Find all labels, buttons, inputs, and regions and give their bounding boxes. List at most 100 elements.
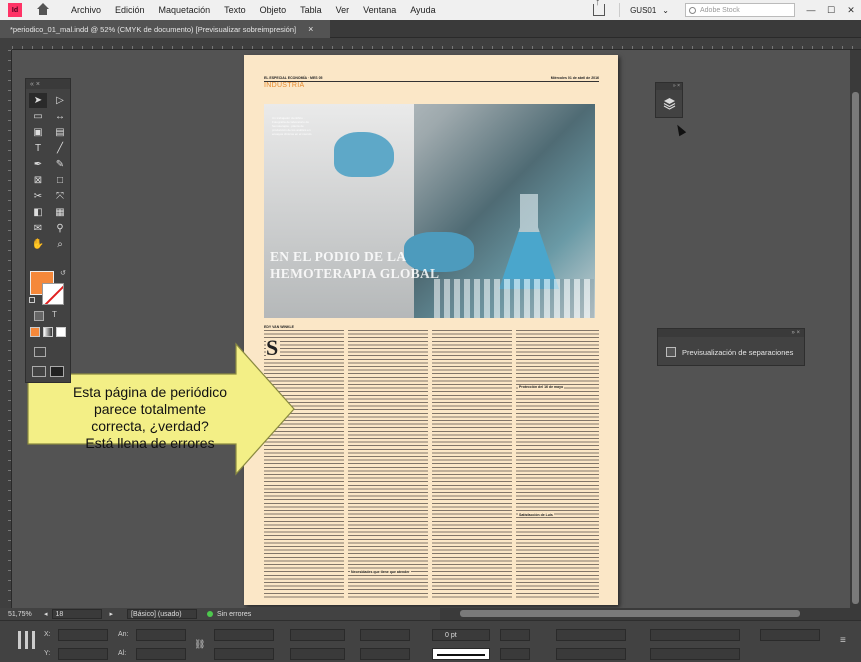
menu-edicion[interactable]: Edición [108, 5, 152, 15]
apply-gradient-icon[interactable] [43, 327, 53, 337]
swap-colors-icon[interactable]: ↺ [60, 269, 70, 279]
rectangle-tool-icon[interactable]: □ [51, 173, 69, 188]
text-column-4[interactable] [516, 330, 599, 598]
rotate-field[interactable] [290, 629, 345, 641]
type-tool-icon[interactable]: T [29, 141, 47, 156]
constrain-proportions-icon[interactable]: ⛓ [194, 639, 205, 650]
height-field[interactable] [136, 648, 186, 660]
gradient-swatch-tool-icon[interactable]: ◧ [29, 205, 47, 220]
document-tab-title: *periodico_01_mal.indd @ 52% (CMYK de do… [10, 24, 297, 34]
menu-maquetacion[interactable]: Maquetación [152, 5, 218, 15]
effects-field[interactable] [556, 629, 626, 641]
separations-preview-item[interactable]: Previsualización de separaciones [666, 347, 793, 357]
width-field[interactable] [136, 629, 186, 641]
menu-objeto[interactable]: Objeto [253, 5, 294, 15]
gap-tool-icon[interactable]: ↔ [51, 109, 69, 124]
scissors-tool-icon[interactable]: ✂ [29, 189, 47, 204]
style-dropdown[interactable]: [Básico] (usado) [127, 609, 198, 619]
horizontal-scroll-thumb[interactable] [460, 610, 800, 617]
lab-photo[interactable]: Un trabajador científico · Fotografía de… [264, 104, 595, 318]
layers-icon[interactable] [663, 97, 676, 110]
tools-collapse-close[interactable]: « × [30, 81, 40, 88]
hand-tool-icon[interactable]: ✋ [29, 237, 47, 252]
line-tool-icon[interactable]: ╱ [51, 141, 69, 156]
next-page-icon[interactable]: ▸ [110, 610, 114, 618]
text-wrap-buttons[interactable] [500, 648, 530, 660]
apply-none-icon[interactable] [56, 327, 66, 337]
stroke-weight-field[interactable]: 0 pt [432, 629, 490, 641]
menu-texto[interactable]: Texto [217, 5, 253, 15]
menu-ver[interactable]: Ver [329, 5, 357, 15]
content-placer-icon[interactable]: ▤ [51, 125, 69, 140]
preview-view-icon[interactable] [50, 366, 64, 377]
scale-y-field[interactable] [214, 648, 274, 660]
page-number-field[interactable]: 18 [51, 609, 102, 619]
workspace-select[interactable]: GUS01 ⌄ [619, 3, 679, 17]
direct-selection-tool-icon[interactable]: ▷ [51, 93, 69, 108]
stroke-type-field[interactable] [432, 648, 490, 660]
y-position-field[interactable] [58, 648, 108, 660]
maximize-button[interactable]: ☐ [821, 5, 841, 16]
default-colors-icon[interactable] [29, 297, 35, 303]
vertical-ruler[interactable] [0, 50, 12, 608]
shear-field[interactable] [290, 648, 345, 660]
callout-line-2: parece totalmente [93, 401, 207, 417]
align-stroke-buttons[interactable] [500, 629, 530, 641]
menu-tabla[interactable]: Tabla [293, 5, 329, 15]
close-tab-icon[interactable]: × [308, 24, 313, 34]
select-container-buttons[interactable] [360, 648, 410, 660]
control-panel-menu-icon[interactable]: ≡ [840, 635, 846, 646]
newspaper-page[interactable]: EL ESPECIAL ECONOMÍA · MES 05 Miércoles … [244, 55, 618, 605]
eyedropper-tool-icon[interactable]: ⚲ [51, 221, 69, 236]
tools-panel-header[interactable]: « × [26, 79, 70, 89]
stroke-swatch[interactable] [42, 283, 64, 305]
prev-page-icon[interactable]: ◂ [44, 610, 48, 618]
frame-fitting-buttons[interactable] [650, 629, 740, 641]
corner-options-field[interactable] [760, 629, 820, 641]
scale-x-field[interactable] [214, 629, 274, 641]
horizontal-scrollbar[interactable] [440, 608, 861, 620]
menu-ventana[interactable]: Ventana [356, 5, 403, 15]
formatting-container-icon[interactable] [34, 311, 44, 321]
horizontal-ruler[interactable] [12, 38, 861, 50]
selection-tool-icon[interactable]: ➤ [29, 93, 47, 108]
normal-view-icon[interactable] [32, 366, 46, 377]
rectangle-frame-tool-icon[interactable]: ⊠ [29, 173, 47, 188]
x-position-field[interactable] [58, 629, 108, 641]
apply-color-icon[interactable] [30, 327, 40, 337]
auto-fit-field[interactable] [650, 648, 740, 660]
zoom-level[interactable]: 51,75% [0, 611, 40, 618]
vertical-scrollbar[interactable] [850, 50, 861, 608]
pencil-tool-icon[interactable]: ✎ [51, 157, 69, 172]
document-tab[interactable]: *periodico_01_mal.indd @ 52% (CMYK de do… [0, 20, 330, 38]
formatting-text-icon[interactable]: T [52, 310, 62, 320]
menu-ayuda[interactable]: Ayuda [403, 5, 442, 15]
preflight-status[interactable]: Sin errores [217, 611, 251, 618]
vertical-scroll-thumb[interactable] [852, 92, 859, 604]
zoom-tool-icon[interactable]: ⌕ [51, 237, 69, 252]
ruler-origin[interactable] [0, 38, 12, 50]
note-tool-icon[interactable]: ✉ [29, 221, 47, 236]
photo-test-tube-rack [434, 279, 594, 318]
content-collector-icon[interactable]: ▣ [29, 125, 47, 140]
screen-mode-icon[interactable] [34, 347, 46, 357]
headline: EN EL PODIO DE LA HEMOTERAPIA GLOBAL [270, 248, 439, 282]
reference-point-icon[interactable] [18, 631, 36, 649]
minimize-button[interactable]: — [801, 5, 821, 15]
separations-panel-header[interactable]: » × [658, 329, 804, 337]
page-tool-icon[interactable]: ▭ [29, 109, 47, 124]
adobe-stock-search-input[interactable]: Adobe Stock [685, 3, 795, 17]
text-column-2[interactable] [348, 330, 428, 598]
home-icon[interactable] [36, 3, 50, 17]
menu-archivo[interactable]: Archivo [64, 5, 108, 15]
free-transform-tool-icon[interactable]: ⤧ [51, 189, 69, 204]
text-column-3[interactable] [432, 330, 512, 598]
share-icon[interactable] [593, 0, 606, 16]
close-window-button[interactable]: ✕ [841, 5, 861, 16]
mini-panel-header[interactable]: » × [656, 83, 682, 90]
gradient-feather-tool-icon[interactable]: ▦ [51, 205, 69, 220]
flip-buttons[interactable] [360, 629, 410, 641]
opacity-field[interactable] [556, 648, 626, 660]
tools-panel: « × ➤ ▷ ▭ ↔ ▣ ▤ T ╱ ✒ ✎ ⊠ □ ✂ ⤧ ◧ ▦ ✉ ⚲ … [25, 78, 71, 383]
pen-tool-icon[interactable]: ✒ [29, 157, 47, 172]
